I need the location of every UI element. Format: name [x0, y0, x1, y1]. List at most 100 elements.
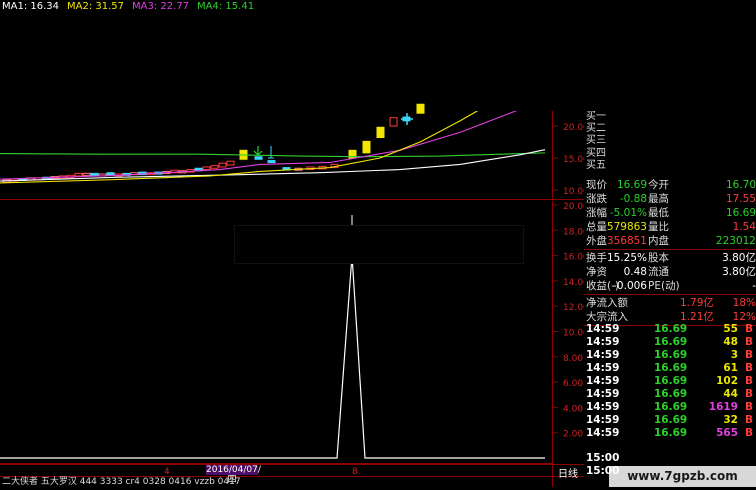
- trade-row[interactable]: 14:59 16.69 102 B: [584, 375, 756, 388]
- trade-side: B: [744, 349, 753, 361]
- quote-label: 流通: [648, 265, 669, 278]
- trade-row[interactable]: 14:59 16.69 565 B: [584, 427, 756, 440]
- indicator-axis-tick: 10.00: [563, 329, 584, 339]
- quote-row: 现价 16.69 今开 16.70: [584, 178, 756, 192]
- trade-row[interactable]: 14:59 16.69 55 B: [584, 323, 756, 336]
- selected-date[interactable]: 2016/04/07/四: [206, 465, 261, 485]
- trade-price: 16.69: [654, 349, 688, 361]
- marker-icon: [268, 146, 274, 159]
- down-arrow-icon: [253, 146, 263, 156]
- flow-pct: 12%: [732, 310, 756, 323]
- candle: [416, 103, 425, 114]
- candle: [90, 172, 99, 176]
- quote-value: 3.80亿: [722, 265, 756, 278]
- candle: [226, 160, 235, 166]
- order-book-level: 买二: [586, 123, 606, 135]
- trade-price: 16.69: [654, 401, 688, 413]
- order-book: 买一 买二 买三 买四 买五: [584, 111, 756, 172]
- quote-label: 外盘: [586, 234, 607, 247]
- indicator-axis-tick: 12.00: [563, 303, 584, 313]
- candle: [218, 162, 227, 168]
- trade-time: 14:59: [586, 323, 620, 335]
- price-axis-tick: 15.00: [563, 155, 584, 165]
- indicator-axis-tick: 16.00: [563, 253, 584, 263]
- trade-list[interactable]: 14:59 16.69 55 B 14:59 16.69 48 B 14:59 16.69 3 B 14…: [584, 323, 756, 463]
- quote-row: 换手 15.25% 股本 3.80亿: [584, 251, 756, 265]
- quote-value: 1.54: [732, 220, 756, 233]
- trade-row[interactable]: 14:59 16.69 44 B: [584, 388, 756, 401]
- quote-value: 0.48: [623, 265, 647, 278]
- trade-side: B: [744, 375, 753, 387]
- trade-side: B: [744, 336, 753, 348]
- trade-price: 16.69: [654, 323, 688, 335]
- flow-row: 大宗流入 1.21亿 12%: [584, 310, 756, 324]
- order-book-level: 买四: [586, 147, 606, 159]
- quote-value: 579863: [606, 220, 647, 233]
- order-book-level: 买三: [586, 135, 606, 147]
- trade-time: 15:00: [586, 452, 620, 464]
- quote-value: -5.01%: [609, 206, 647, 219]
- redacted-area: [427, 0, 756, 111]
- quote-label: 现价: [586, 178, 607, 191]
- indicator-axis-tick: 20.00: [563, 202, 584, 212]
- quote-label: PE(动): [648, 279, 680, 292]
- indicator-axis-tick: 2.00: [563, 430, 583, 440]
- quote-value: 16.69: [725, 206, 756, 219]
- trade-time: 14:59: [586, 388, 620, 400]
- quote-value: 15.25%: [606, 251, 647, 264]
- trade-time: 14:59: [586, 414, 620, 426]
- trade-row[interactable]: 14:59 16.69 32 B: [584, 414, 756, 427]
- indicator-tabs[interactable]: 二大侠者 五大罗汉 444 3333 cr4 0328 0416 vzzb 04…: [2, 477, 241, 487]
- flow-label: 大宗流入: [586, 310, 628, 323]
- trade-price: 16.69: [654, 414, 688, 426]
- flow-row: 净流入额 1.79亿 18%: [584, 296, 756, 310]
- quote-label: 换手: [586, 251, 607, 264]
- trade-time: 14:59: [586, 336, 620, 348]
- indicator-axis-tick: 6.00: [563, 379, 583, 389]
- candle: [106, 172, 115, 176]
- trade-side: B: [744, 414, 753, 426]
- quote-value: 223012: [715, 234, 756, 247]
- trade-price: 16.69: [654, 336, 688, 348]
- candle: [376, 126, 385, 139]
- redacted-area: [234, 225, 524, 264]
- trade-row[interactable]: 14:59 16.69 1619 B: [584, 401, 756, 414]
- quote-label: 涨跌: [586, 192, 607, 205]
- quote-row: 净资 0.48 流通 3.80亿: [584, 265, 756, 279]
- trade-volume: 102: [716, 375, 738, 387]
- flow-value: 1.79亿: [680, 296, 714, 309]
- quote-value: 16.70: [725, 178, 756, 191]
- quote-label: 最低: [648, 206, 669, 219]
- trade-time: 14:59: [586, 401, 620, 413]
- quote-value: 16.69: [616, 178, 647, 191]
- divider: [584, 293, 756, 295]
- trade-volume: 61: [723, 362, 738, 374]
- candle: [362, 140, 371, 154]
- quote-row: 涨幅 -5.01% 最低 16.69: [584, 206, 756, 220]
- period-label[interactable]: 日线: [558, 465, 578, 480]
- trade-volume: 55: [723, 323, 738, 335]
- price-axis-tick: 10.00: [563, 187, 584, 197]
- trade-price: 16.69: [654, 388, 688, 400]
- divider: [584, 248, 756, 250]
- candle: [254, 156, 263, 160]
- flow-pct: 18%: [732, 296, 756, 309]
- quote-panel: 买一 买二 买三 买四 买五 现价 16.69 今开 16.70 涨跌 -0.88 最高 17.55 涨…: [584, 111, 756, 487]
- trade-row[interactable]: 14:59 16.69 48 B: [584, 336, 756, 349]
- date-mark: 4: [164, 467, 170, 477]
- trade-volume: 44: [723, 388, 738, 400]
- trade-side: B: [744, 388, 753, 400]
- ma2-line: [0, 103, 491, 184]
- trade-volume: 1619: [708, 401, 738, 413]
- trade-side: B: [744, 323, 753, 335]
- quote-row: 外盘 356851 内盘 223012: [584, 234, 756, 248]
- trade-row[interactable]: 14:59 16.69 3 B: [584, 349, 756, 362]
- trade-side: B: [744, 427, 753, 439]
- quote-value: 3.80亿: [722, 251, 756, 264]
- price-axis-tick: 20.00: [563, 123, 584, 133]
- trade-time: 14:59: [586, 362, 620, 374]
- trade-volume: 48: [723, 336, 738, 348]
- ma3-line: [0, 99, 546, 180]
- trade-volume: 32: [723, 414, 738, 426]
- trade-row[interactable]: 14:59 16.69 61 B: [584, 362, 756, 375]
